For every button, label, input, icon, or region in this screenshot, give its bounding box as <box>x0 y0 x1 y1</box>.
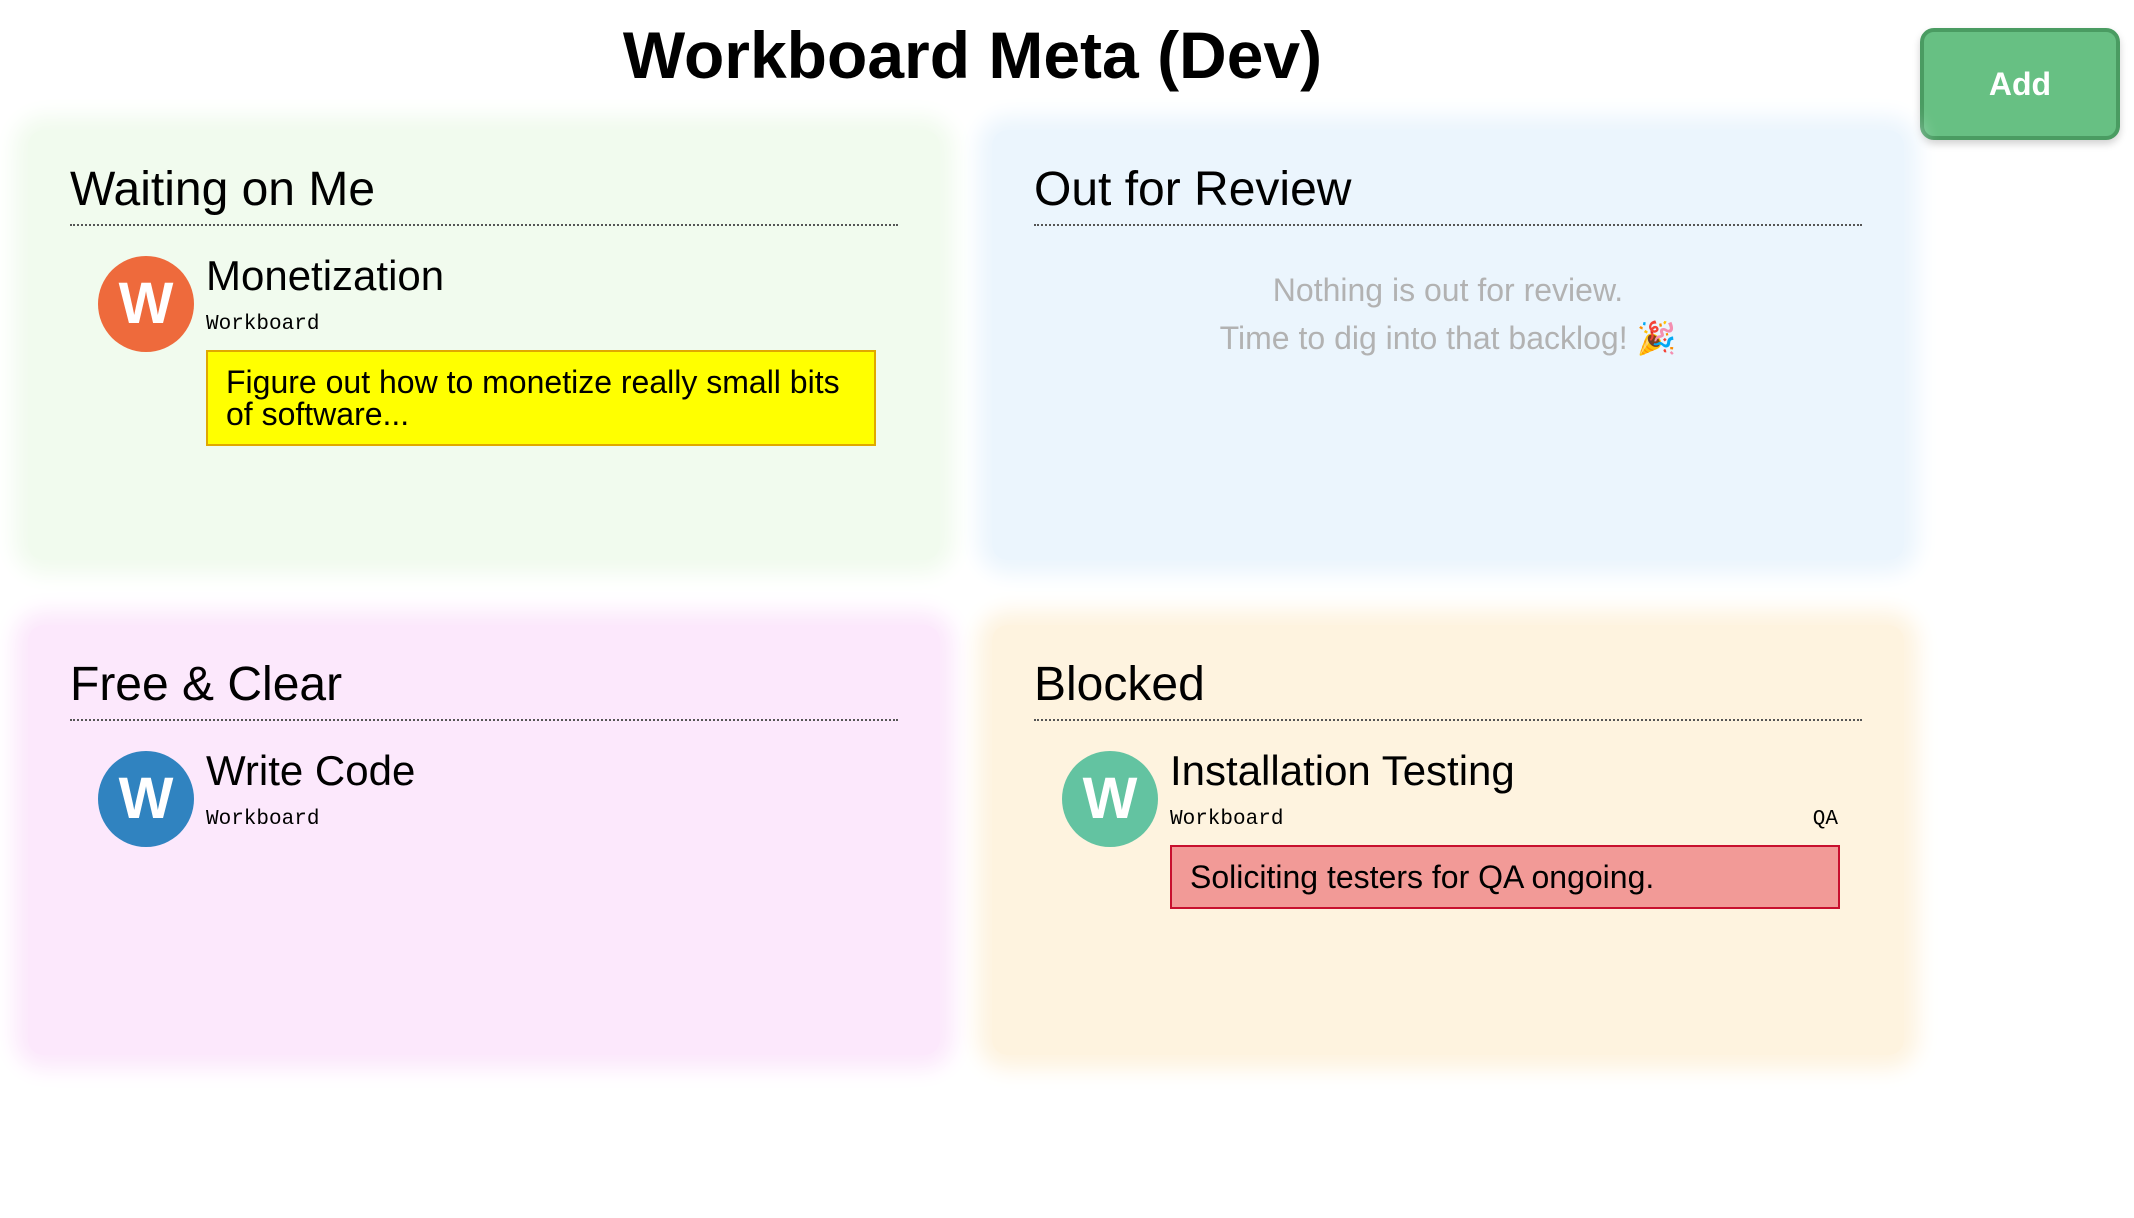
task-card-monetization[interactable]: W Monetization Workboard Figure out how … <box>70 250 898 446</box>
page-title: Workboard Meta (Dev) <box>622 18 1323 92</box>
panel-heading-free: Free & Clear <box>70 625 898 721</box>
panel-out-for-review: Out for Review Nothing is out for review… <box>992 130 1904 560</box>
avatar: W <box>98 256 194 352</box>
panel-blocked: Blocked W Installation Testing Workboard… <box>992 625 1904 1055</box>
tag-label: QA <box>1812 808 1838 831</box>
task-card-installation-testing[interactable]: W Installation Testing Workboard QA Soli… <box>1034 745 1862 909</box>
task-note: Soliciting testers for QA ongoing. <box>1170 845 1840 909</box>
task-card-write-code[interactable]: W Write Code Workboard <box>70 745 898 847</box>
avatar: W <box>1062 751 1158 847</box>
empty-state-line-2: Time to dig into that backlog! 🎉 <box>1219 320 1677 356</box>
panel-heading-waiting: Waiting on Me <box>70 130 898 226</box>
panel-heading-blocked: Blocked <box>1034 625 1862 721</box>
panel-waiting-on-me: Waiting on Me W Monetization Workboard F… <box>28 130 940 560</box>
workboard-page: Workboard Meta (Dev) Add Waiting on Me W… <box>0 0 2134 1218</box>
add-button[interactable]: Add <box>1920 28 2120 140</box>
empty-state-message: Nothing is out for review. Time to dig i… <box>1034 266 1862 362</box>
project-label: Workboard <box>206 313 320 336</box>
task-title[interactable]: Installation Testing <box>1170 745 1838 797</box>
project-label: Workboard <box>1170 808 1284 831</box>
avatar: W <box>98 751 194 847</box>
panel-free-and-clear: Free & Clear W Write Code Workboard <box>28 625 940 1055</box>
task-title[interactable]: Write Code <box>206 745 874 797</box>
task-title[interactable]: Monetization <box>206 250 874 302</box>
panel-heading-review: Out for Review <box>1034 130 1862 226</box>
task-note: Figure out how to monetize really small … <box>206 350 876 446</box>
project-label: Workboard <box>206 808 320 831</box>
empty-state-line-1: Nothing is out for review. <box>1272 272 1624 308</box>
